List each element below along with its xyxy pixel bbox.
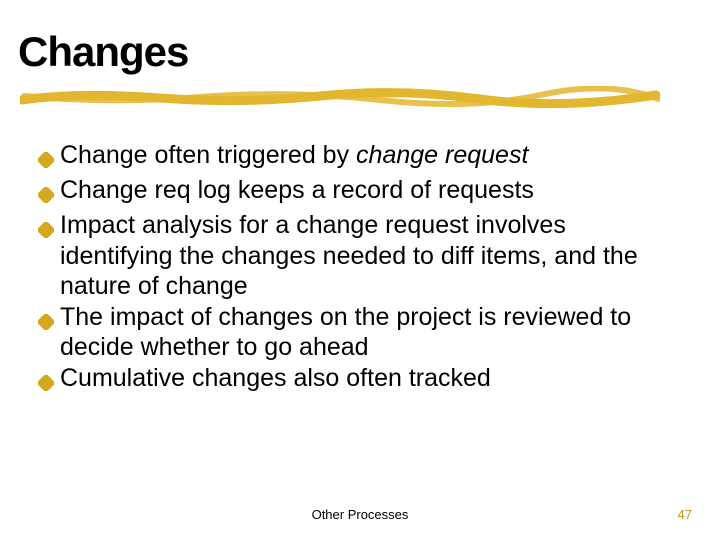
bullet-icon xyxy=(38,363,60,398)
list-item: Impact analysis for a change request inv… xyxy=(38,210,678,302)
slide: Changes Change often triggered by change… xyxy=(0,0,720,540)
list-item-text: Change often triggered by change request xyxy=(60,140,678,171)
list-item: Change req log keeps a record of request… xyxy=(38,175,678,210)
bullet-list: Change often triggered by change request… xyxy=(38,140,678,398)
page-title: Changes xyxy=(18,28,188,76)
bullet-icon xyxy=(38,210,60,245)
list-item-text: Cumulative changes also often tracked xyxy=(60,363,678,394)
page-number: 47 xyxy=(678,507,692,522)
footer-text: Other Processes xyxy=(0,507,720,522)
text-plain: The impact of changes on the project is … xyxy=(60,303,631,362)
text-plain: Change req log keeps a record of request… xyxy=(60,176,534,204)
title-underline xyxy=(20,86,660,108)
bullet-icon xyxy=(38,175,60,210)
list-item: The impact of changes on the project is … xyxy=(38,302,678,363)
text-plain: Impact analysis for a change request inv… xyxy=(60,211,638,300)
bullet-icon xyxy=(38,140,60,175)
list-item: Change often triggered by change request xyxy=(38,140,678,175)
text-italic: change request xyxy=(356,141,528,169)
text-plain: Cumulative changes also often tracked xyxy=(60,364,491,392)
list-item: Cumulative changes also often tracked xyxy=(38,363,678,398)
text-plain: Change often triggered by xyxy=(60,141,356,169)
bullet-icon xyxy=(38,302,60,337)
list-item-text: Change req log keeps a record of request… xyxy=(60,175,678,206)
list-item-text: Impact analysis for a change request inv… xyxy=(60,210,678,302)
list-item-text: The impact of changes on the project is … xyxy=(60,302,678,363)
